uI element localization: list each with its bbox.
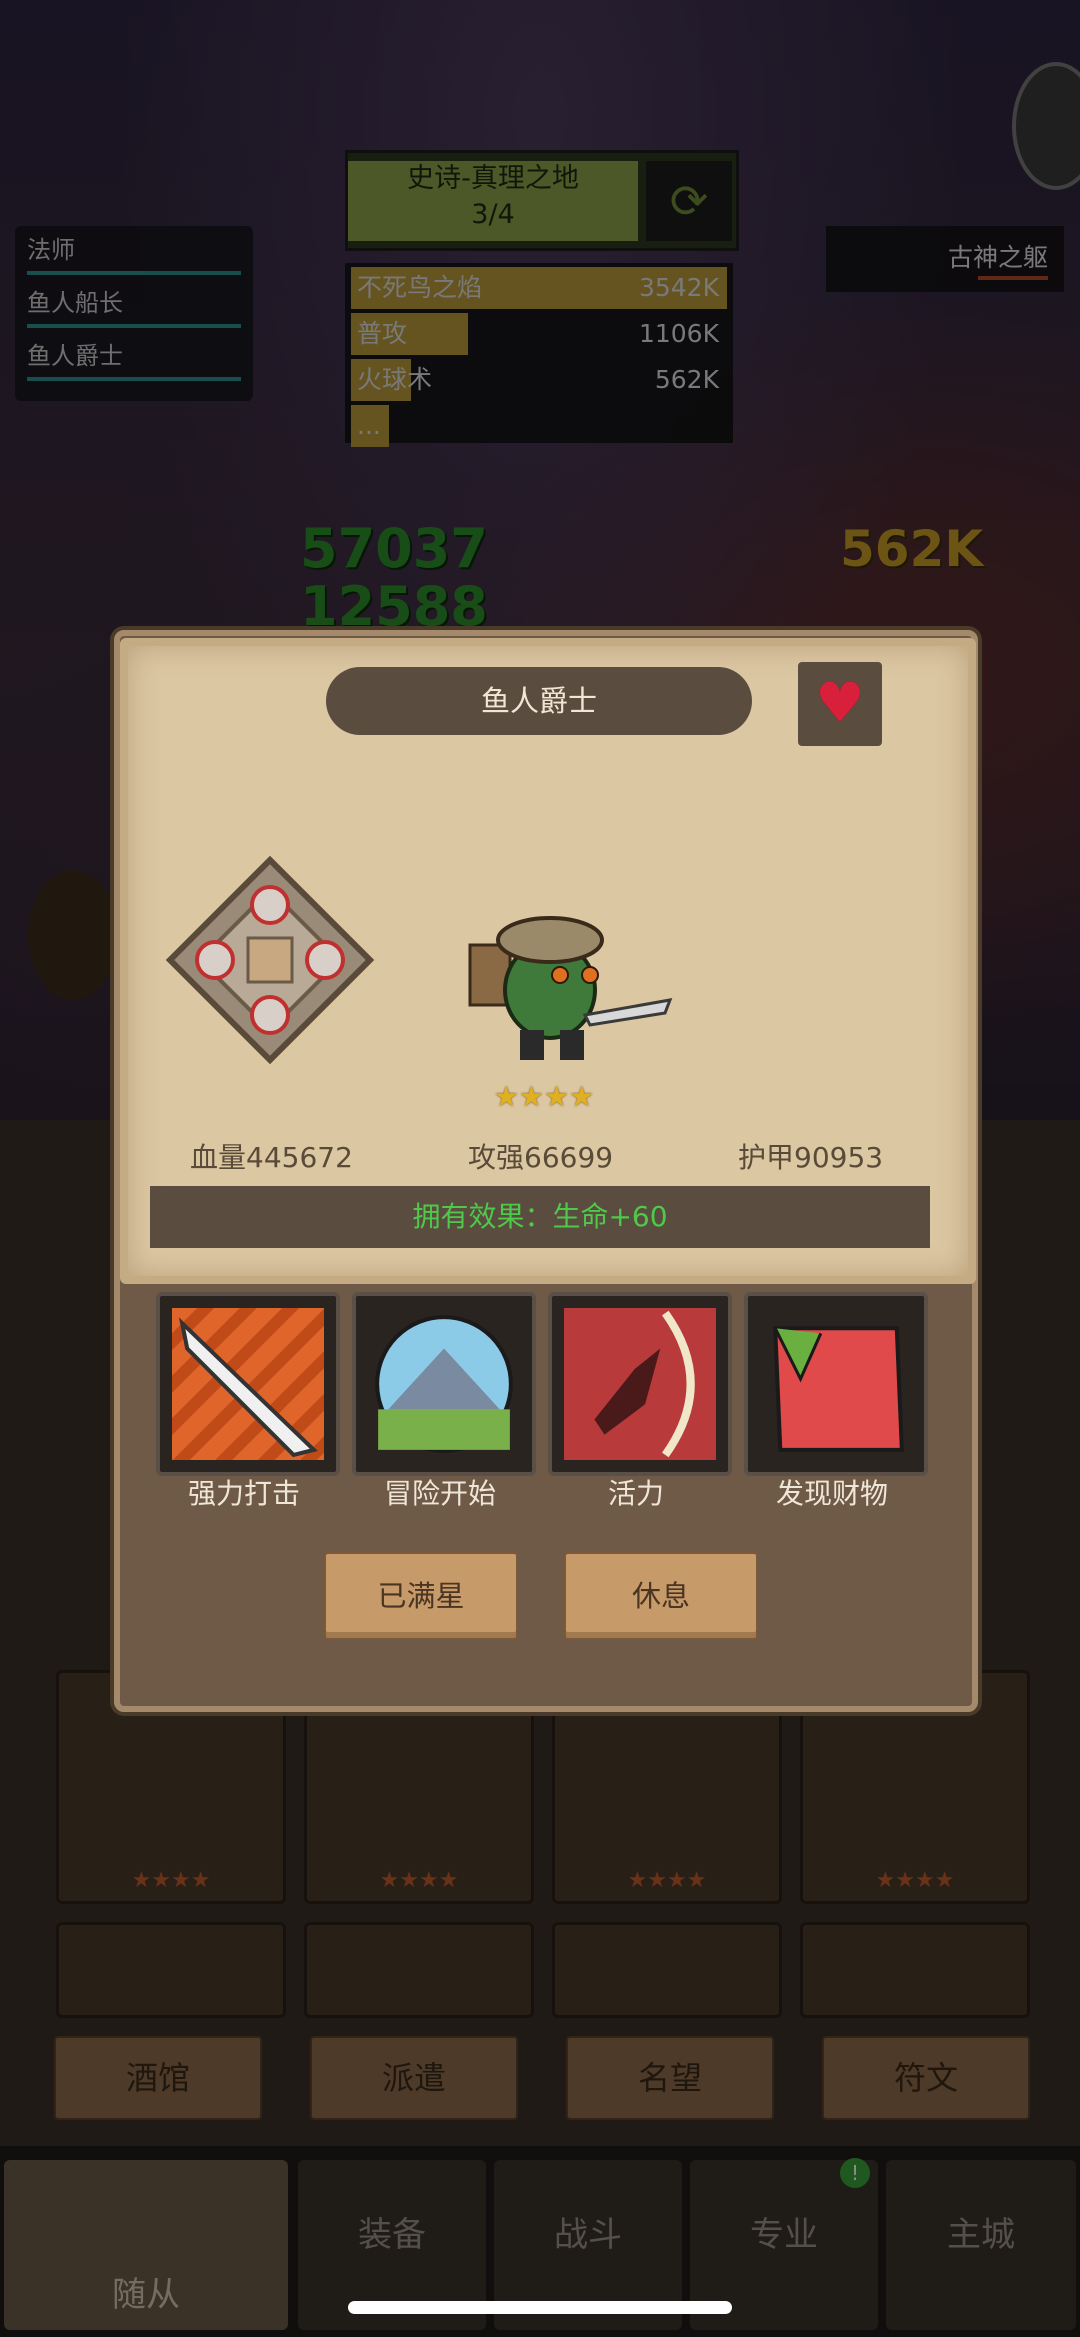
loot-bag-icon	[773, 1326, 904, 1452]
skill-label: 活力	[607, 1477, 664, 1510]
rune-emblem-icon	[165, 855, 375, 1065]
skill-label: 强力打击	[187, 1477, 300, 1510]
sword-icon	[178, 1317, 318, 1458]
max-star-button[interactable]: 已满星	[324, 1552, 518, 1640]
hero-name-banner: 鱼人爵士	[326, 667, 752, 735]
owned-effect: 拥有效果：生命+60	[150, 1186, 930, 1248]
hero-armor: 护甲90953	[738, 1141, 884, 1174]
skill-find-treasure[interactable]	[744, 1292, 928, 1476]
skill-vitality[interactable]	[548, 1292, 732, 1476]
home-indicator[interactable]	[348, 2301, 732, 2314]
mountain-icon	[375, 1315, 513, 1453]
runner-icon	[594, 1310, 695, 1458]
skill-power-strike[interactable]	[156, 1292, 340, 1476]
skill-label: 冒险开始	[383, 1477, 496, 1510]
hero-hp: 血量445672	[190, 1141, 353, 1174]
skill-label: 发现财物	[775, 1477, 888, 1510]
hero-portrait	[468, 916, 673, 1060]
heart-icon: ♥	[814, 671, 866, 736]
skill-adventure-start[interactable]	[352, 1292, 536, 1476]
favorite-button[interactable]: ♥	[798, 662, 882, 746]
rest-button[interactable]: 休息	[564, 1552, 758, 1640]
hero-star-rating: ★★★★	[493, 1080, 595, 1113]
hero-attack: 攻强66699	[468, 1141, 614, 1174]
